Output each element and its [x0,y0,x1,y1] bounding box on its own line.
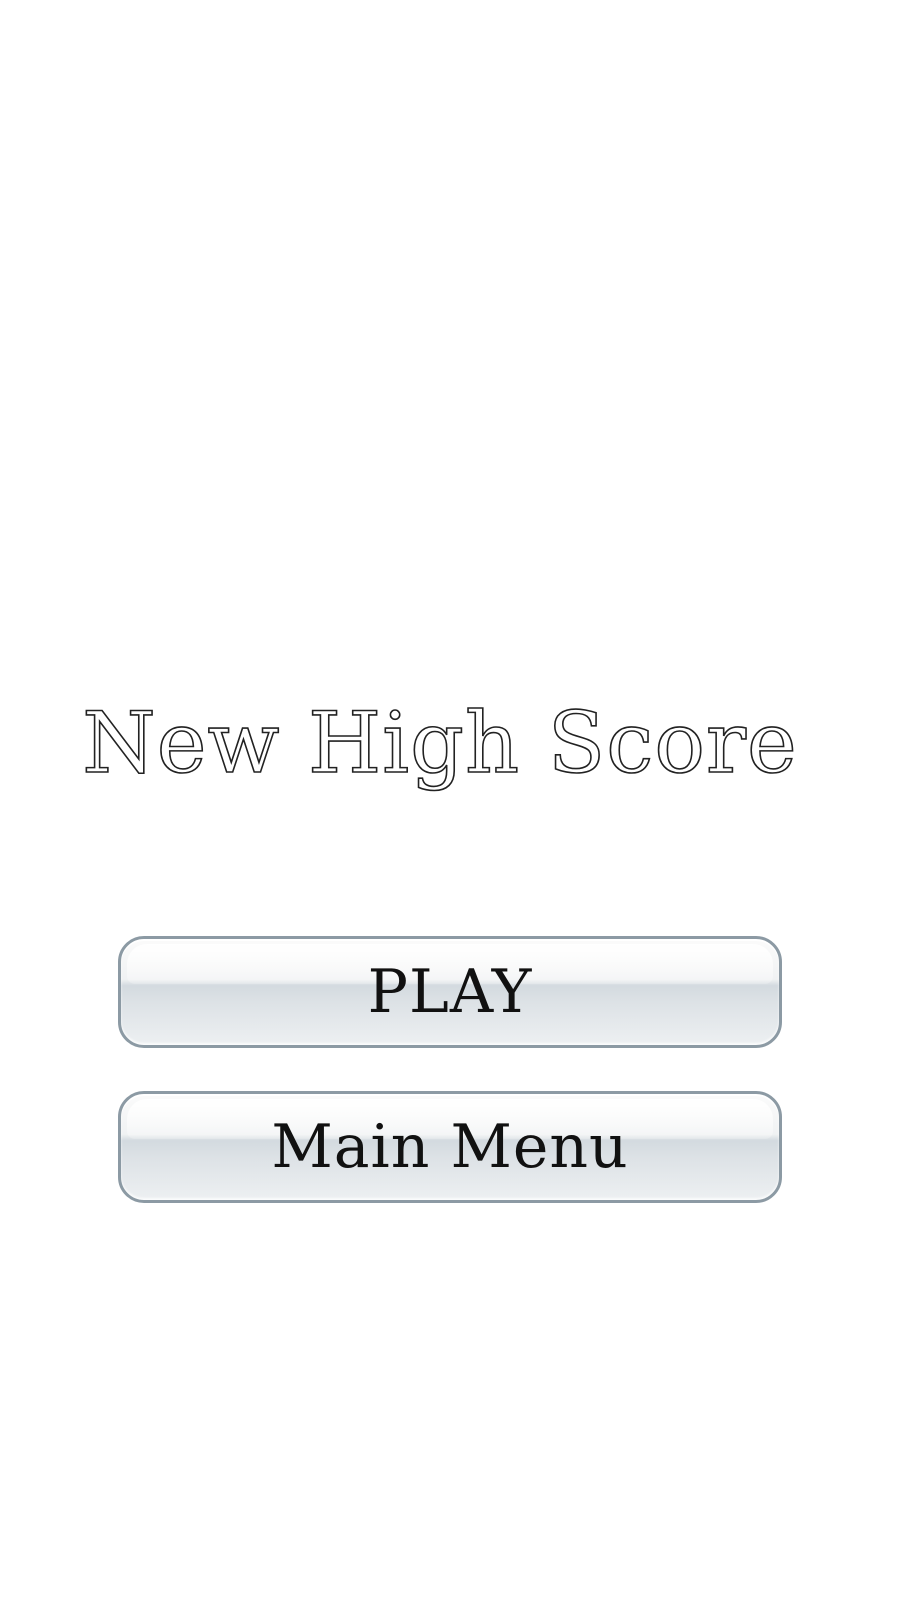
play-button-label: PLAY [367,957,533,1027]
game-over-screen: New High Score PLAY Main Menu [0,0,921,1601]
new-high-score-title: New High Score [81,693,798,793]
play-button[interactable]: PLAY [118,936,782,1048]
main-menu-button-label: Main Menu [271,1112,629,1182]
main-menu-button[interactable]: Main Menu [118,1091,782,1203]
